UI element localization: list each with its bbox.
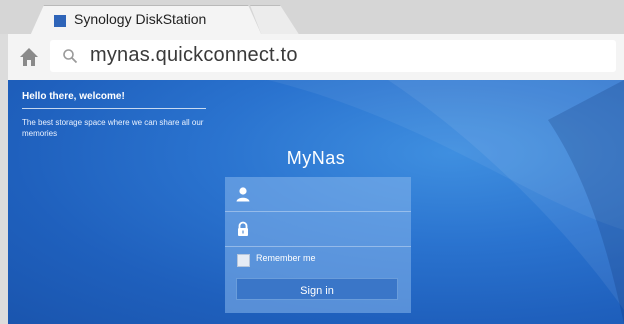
user-icon — [235, 186, 251, 202]
login-page: Hello there, welcome! The best storage s… — [8, 80, 624, 324]
welcome-panel: Hello there, welcome! The best storage s… — [22, 91, 206, 139]
synology-favicon — [54, 15, 66, 27]
sign-in-button[interactable]: Sign in — [236, 278, 398, 300]
home-icon[interactable] — [18, 46, 40, 68]
url-text[interactable]: mynas.quickconnect.to — [90, 44, 298, 67]
password-input[interactable] — [259, 218, 407, 242]
browser-toolbar: mynas.quickconnect.to — [8, 34, 624, 81]
nas-name: MyNas — [286, 148, 346, 168]
browser-tab[interactable]: Synology DiskStation — [30, 5, 262, 36]
remember-me-label[interactable]: Remember me — [256, 253, 316, 263]
remember-me-checkbox[interactable] — [237, 254, 250, 267]
browser-tabstrip: Synology DiskStation — [0, 0, 624, 36]
password-field[interactable] — [225, 212, 411, 247]
username-input[interactable] — [259, 183, 407, 207]
address-bar[interactable]: mynas.quickconnect.to — [50, 40, 616, 72]
search-icon — [62, 48, 78, 64]
username-field[interactable] — [225, 177, 411, 212]
login-form: Remember me Sign in — [225, 177, 411, 313]
lock-icon — [235, 221, 251, 237]
welcome-title: Hello there, welcome! — [22, 91, 206, 109]
tab-title: Synology DiskStation — [74, 11, 207, 27]
welcome-subtitle: The best storage space where we can shar… — [22, 118, 204, 138]
